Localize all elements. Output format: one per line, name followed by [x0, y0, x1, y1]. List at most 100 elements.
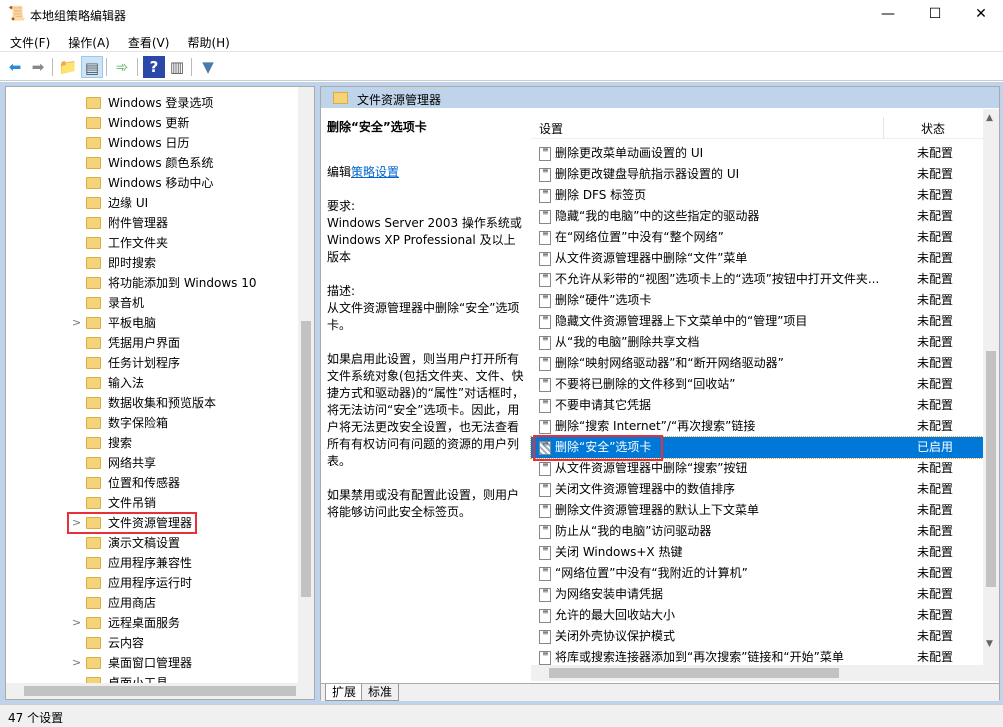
tree-item[interactable]: Windows 颜色系统	[6, 153, 298, 173]
filter-icon[interactable]: ▼	[197, 56, 219, 78]
expand-arrow-icon[interactable]: >	[72, 653, 81, 673]
tree-item[interactable]: > 远程桌面服务	[6, 613, 298, 633]
policy-setting-icon: ≡	[539, 314, 551, 329]
menu-view[interactable]: 查看(V)	[118, 30, 178, 51]
policy-row[interactable]: ≡ 从文件资源管理器中删除“搜索”按钮 未配置	[531, 458, 983, 479]
tree-item[interactable]: Windows 登录选项	[6, 93, 298, 113]
policy-state: 未配置	[917, 230, 954, 244]
help-icon[interactable]: ?	[143, 56, 165, 78]
policy-setting-icon: ≡	[539, 608, 551, 623]
tree-item[interactable]: 位置和传感器	[6, 473, 298, 493]
close-button[interactable]: ✕	[958, 0, 1003, 30]
menu-help[interactable]: 帮助(H)	[177, 30, 237, 51]
expand-arrow-icon[interactable]: >	[72, 313, 81, 333]
edit-policy-link[interactable]: 策略设置	[351, 165, 399, 179]
tree-item[interactable]: 附件管理器	[6, 213, 298, 233]
policy-row[interactable]: ≡ 不要将已删除的文件移到“回收站” 未配置	[531, 374, 983, 395]
tree-item[interactable]: 边缘 UI	[6, 193, 298, 213]
policy-row[interactable]: ≡ 删除 DFS 标签页 未配置	[531, 185, 983, 206]
policy-title: 删除“安全”选项卡	[327, 120, 427, 134]
show-hide-tree-icon[interactable]: ▤	[81, 56, 103, 78]
tree-item[interactable]: 云内容	[6, 633, 298, 653]
tree-item[interactable]: 任务计划程序	[6, 353, 298, 373]
policy-row[interactable]: ≡ 删除“搜索 Internet”/“再次搜索”链接 未配置	[531, 416, 983, 437]
up-folder-icon[interactable]: 📁	[57, 56, 79, 78]
tree-item[interactable]: 数字保险箱	[6, 413, 298, 433]
policy-row[interactable]: ≡ 关闭 Windows+X 热键 未配置	[531, 542, 983, 563]
policy-row[interactable]: ≡ 删除“硬件”选项卡 未配置	[531, 290, 983, 311]
scroll-down-icon[interactable]: ▼	[986, 639, 993, 649]
policy-row[interactable]: ≡ 删除“安全”选项卡 已启用	[530, 435, 984, 461]
tree-item[interactable]: 搜索	[6, 433, 298, 453]
tree-item[interactable]: 将功能添加到 Windows 10	[6, 273, 298, 293]
policy-name: 隐藏“我的电脑”中的这些指定的驱动器	[555, 209, 760, 223]
tree-item[interactable]: 输入法	[6, 373, 298, 393]
tree-item[interactable]: 应用程序运行时	[6, 573, 298, 593]
menu-file[interactable]: 文件(F)	[0, 30, 58, 51]
tree-vertical-scrollbar[interactable]	[298, 87, 314, 683]
policy-row[interactable]: ≡ “网络位置”中没有“我附近的计算机” 未配置	[531, 563, 983, 584]
policy-row[interactable]: ≡ 允许的最大回收站大小 未配置	[531, 605, 983, 626]
policy-row[interactable]: ≡ 防止从“我的电脑”访问驱动器 未配置	[531, 521, 983, 542]
list-hscroll-thumb[interactable]	[549, 668, 839, 678]
policy-row[interactable]: ≡ 不允许从彩带的“视图”选项卡上的“选项”按钮中打开文件夹... 未配置	[531, 269, 983, 290]
folder-icon	[86, 577, 101, 589]
tab-standard[interactable]: 标准	[361, 684, 400, 701]
menu-action[interactable]: 操作(A)	[58, 30, 118, 51]
maximize-button[interactable]: ☐	[912, 0, 958, 30]
policy-name: 不要申请其它凭据	[555, 398, 652, 412]
column-setting[interactable]: 设置	[539, 120, 563, 137]
tree-item[interactable]: Windows 日历	[6, 133, 298, 153]
expand-arrow-icon[interactable]: >	[72, 613, 81, 633]
tree-hscroll-thumb[interactable]	[24, 686, 296, 696]
tree-item[interactable]: 应用商店	[6, 593, 298, 613]
policy-row[interactable]: ≡ 从“我的电脑”删除共享文档 未配置	[531, 332, 983, 353]
tree-item[interactable]: 演示文稿设置	[6, 533, 298, 553]
policy-state: 未配置	[917, 314, 954, 328]
tree-item[interactable]: Windows 更新	[6, 113, 298, 133]
tree-item[interactable]: > 平板电脑	[6, 313, 298, 333]
tree-item[interactable]: Windows 移动中心	[6, 173, 298, 193]
tree-horizontal-scrollbar[interactable]	[6, 683, 314, 699]
policy-row[interactable]: ≡ 隐藏文件资源管理器上下文菜单中的“管理”项目 未配置	[531, 311, 983, 332]
column-state[interactable]: 状态	[921, 120, 945, 137]
tree-item-label: 文件吊销	[108, 496, 157, 510]
scroll-up-icon[interactable]: ▲	[986, 113, 993, 123]
policy-setting-icon: ≡	[539, 167, 551, 182]
policy-row[interactable]: ≡ 不要申请其它凭据 未配置	[531, 395, 983, 416]
settings-list: 设置 状态 ≡ 删除更改菜单动画设置的 UI 未配置 ≡ 删除更改键盘导航指示器设置的 …	[530, 109, 999, 681]
policy-row[interactable]: ≡ 为网络安装申请凭据 未配置	[531, 584, 983, 605]
show-action-pane-icon[interactable]: ▥	[166, 56, 188, 78]
policy-row[interactable]: ≡ 关闭外壳协议保护模式 未配置	[531, 626, 983, 647]
back-icon[interactable]: ⬅	[4, 56, 26, 78]
tab-extended[interactable]: 扩展	[325, 684, 364, 701]
tree-item[interactable]: 凭据用户界面	[6, 333, 298, 353]
policy-row[interactable]: ≡ 删除文件资源管理器的默认上下文菜单 未配置	[531, 500, 983, 521]
policy-row[interactable]: ≡ 删除更改键盘导航指示器设置的 UI 未配置	[531, 164, 983, 185]
policy-row[interactable]: ≡ 关闭文件资源管理器中的数值排序 未配置	[531, 479, 983, 500]
export-list-icon[interactable]: ➾	[111, 56, 133, 78]
folder-icon	[333, 92, 348, 104]
list-vertical-scrollbar[interactable]: ▲ ▼	[983, 109, 999, 681]
tree-item[interactable]: > 桌面窗口管理器	[6, 653, 298, 673]
list-scroll-thumb[interactable]	[986, 351, 996, 587]
policy-row[interactable]: ≡ 从文件资源管理器中删除“文件”菜单 未配置	[531, 248, 983, 269]
tree-item[interactable]: 文件吊销	[6, 493, 298, 513]
tree-item[interactable]: 应用程序兼容性	[6, 553, 298, 573]
tree-item-label: 数据收集和预览版本	[108, 396, 217, 410]
list-horizontal-scrollbar[interactable]	[531, 665, 983, 681]
tree-item[interactable]: 即时搜索	[6, 253, 298, 273]
tree-item[interactable]: 数据收集和预览版本	[6, 393, 298, 413]
policy-row[interactable]: ≡ 在“网络位置”中没有“整个网络” 未配置	[531, 227, 983, 248]
folder-icon	[86, 317, 101, 329]
policy-row[interactable]: ≡ 删除更改菜单动画设置的 UI 未配置	[531, 143, 983, 164]
tree-item[interactable]: 录音机	[6, 293, 298, 313]
tree-item[interactable]: 网络共享	[6, 453, 298, 473]
tree-scroll-thumb[interactable]	[301, 321, 311, 597]
forward-icon[interactable]: ➡	[27, 56, 49, 78]
tree-item[interactable]: > 文件资源管理器	[6, 512, 298, 534]
minimize-button[interactable]: —	[865, 0, 911, 30]
tree-item[interactable]: 工作文件夹	[6, 233, 298, 253]
policy-row[interactable]: ≡ 删除“映射网络驱动器”和“断开网络驱动器” 未配置	[531, 353, 983, 374]
policy-row[interactable]: ≡ 隐藏“我的电脑”中的这些指定的驱动器 未配置	[531, 206, 983, 227]
